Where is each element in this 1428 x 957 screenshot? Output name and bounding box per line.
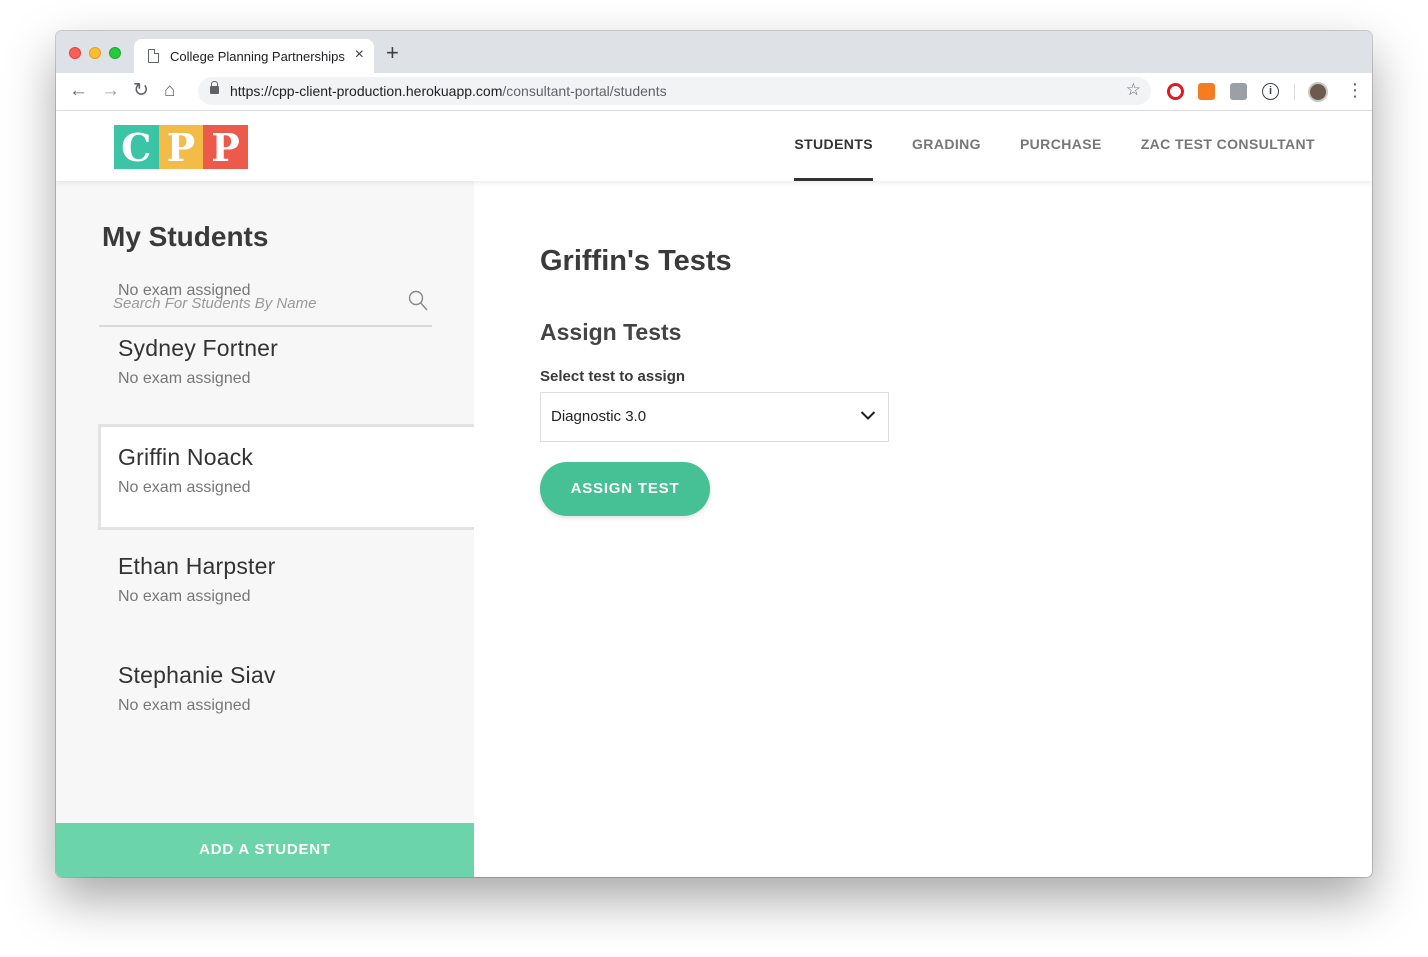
tab-strip: College Planning Partnerships × +	[56, 31, 1372, 73]
toolbar-divider	[1294, 84, 1295, 100]
student-list-item[interactable]: Sydney Fortner No exam assigned	[98, 315, 474, 421]
logo-letter-p: P	[203, 125, 248, 170]
tab-close-icon[interactable]: ×	[355, 46, 364, 64]
puzzle-extension-icon[interactable]	[1230, 83, 1247, 100]
tab-title: College Planning Partnerships	[170, 49, 345, 64]
student-status: No exam assigned	[118, 479, 251, 496]
test-select-dropdown[interactable]: Diagnostic 3.0	[540, 392, 889, 442]
student-list-item[interactable]: Ethan Harpster No exam assigned	[98, 533, 474, 639]
reload-icon[interactable]: ↻	[133, 81, 149, 101]
student-name: Stephanie Siav	[118, 662, 276, 688]
forward-icon[interactable]: →	[101, 81, 120, 101]
section-title: Assign Tests	[540, 319, 682, 345]
close-window-button[interactable]	[69, 47, 81, 59]
logo-letter-p: P	[158, 125, 204, 170]
student-name: Griffin Noack	[118, 444, 254, 470]
info-extension-icon[interactable]: i	[1262, 83, 1279, 100]
nav-grading[interactable]: GRADING	[912, 111, 981, 181]
opera-icon[interactable]	[1167, 83, 1184, 100]
nav-account[interactable]: ZAC TEST CONSULTANT	[1141, 111, 1315, 181]
minimize-window-button[interactable]	[89, 47, 101, 59]
address-bar[interactable]: https://cpp-client-production.herokuapp.…	[198, 77, 1151, 105]
app-header: C P P STUDENTS GRADING PURCHASE ZAC TEST…	[56, 111, 1372, 181]
student-list-item-selected[interactable]: Griffin Noack No exam assigned	[98, 424, 474, 530]
browser-toolbar: ← → ↻ ⌂ https://cpp-client-production.he…	[56, 73, 1372, 111]
lock-icon	[210, 81, 219, 94]
browser-window: College Planning Partnerships × + ← → ↻ …	[56, 31, 1372, 877]
assign-test-button[interactable]: ASSIGN TEST	[540, 462, 710, 516]
nav-purchase[interactable]: PURCHASE	[1020, 111, 1102, 181]
new-tab-button[interactable]: +	[386, 42, 399, 64]
selected-test-value: Diagnostic 3.0	[551, 408, 647, 425]
document-icon	[148, 49, 159, 63]
url-text[interactable]: https://cpp-client-production.herokuapp.…	[230, 83, 667, 99]
student-name: Sydney Fortner	[118, 335, 279, 361]
student-status: No exam assigned	[118, 370, 251, 387]
student-status: No exam assigned	[118, 282, 251, 299]
add-student-button[interactable]: ADD A STUDENT	[56, 823, 474, 877]
back-icon[interactable]: ←	[69, 81, 88, 101]
chart-extension-icon[interactable]	[1198, 83, 1215, 100]
student-list-item[interactable]: No exam assigned	[98, 200, 474, 306]
app-viewport: C P P STUDENTS GRADING PURCHASE ZAC TEST…	[56, 111, 1372, 877]
main-content: Griffin's Tests Assign Tests Select test…	[474, 181, 1372, 877]
bookmark-star-icon[interactable]: ☆	[1126, 80, 1141, 100]
student-status: No exam assigned	[118, 588, 251, 605]
browser-tab[interactable]: College Planning Partnerships ×	[134, 39, 374, 73]
student-status: No exam assigned	[118, 697, 251, 714]
chevron-down-icon	[860, 411, 876, 420]
profile-avatar[interactable]	[1308, 82, 1328, 102]
top-navigation: STUDENTS GRADING PURCHASE ZAC TEST CONSU…	[755, 111, 1315, 181]
student-list-item[interactable]: Stephanie Siav No exam assigned	[98, 642, 474, 748]
home-icon[interactable]: ⌂	[164, 81, 175, 101]
logo-letter-c: C	[114, 125, 159, 170]
maximize-window-button[interactable]	[109, 47, 121, 59]
student-name: Ethan Harpster	[118, 553, 276, 579]
more-menu-icon[interactable]: ⋮	[1346, 81, 1364, 99]
page-title: Griffin's Tests	[540, 245, 732, 277]
select-test-label: Select test to assign	[540, 368, 686, 385]
nav-students[interactable]: STUDENTS	[794, 111, 873, 181]
cpp-logo[interactable]: C P P	[114, 125, 248, 170]
students-sidebar: My Students No exam assigned Sydney Fort…	[56, 181, 474, 877]
